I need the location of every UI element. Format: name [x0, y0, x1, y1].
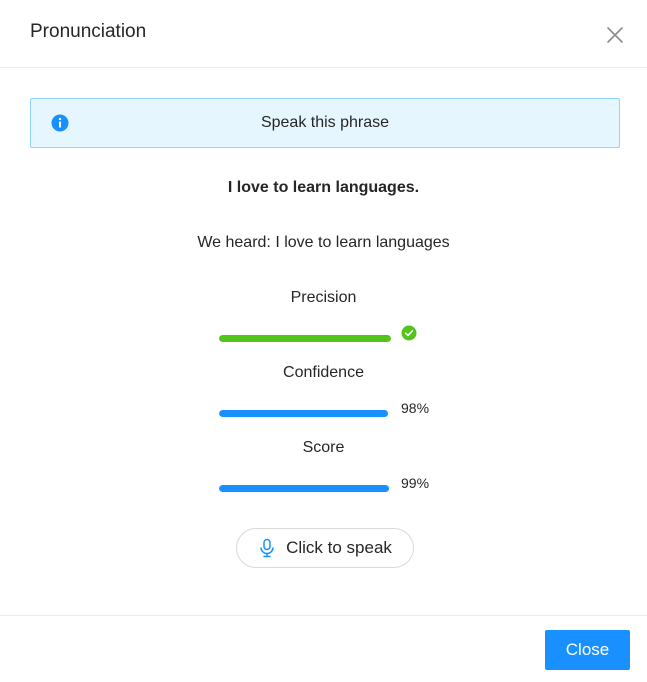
dialog-title: Pronunciation	[30, 21, 147, 42]
close-button[interactable]: Close	[545, 630, 630, 670]
speak-phrase-alert: Speak this phrase	[30, 98, 620, 148]
score-progress-bar	[219, 485, 391, 492]
recognized-text: We heard: I love to learn languages	[197, 234, 450, 251]
score-progress-fill	[219, 485, 390, 492]
score-label: Score	[302, 439, 345, 456]
score-percent: 99%	[401, 475, 430, 491]
target-phrase: I love to learn languages.	[227, 179, 420, 196]
microphone-icon	[258, 538, 276, 558]
confidence-progress-fill	[219, 410, 388, 417]
click-to-speak-button[interactable]: Click to speak	[236, 528, 414, 568]
precision-label: Precision	[290, 289, 357, 306]
speak-button-label: Click to speak	[286, 538, 392, 557]
pronunciation-dialog: Pronunciation Speak this phrase I love t…	[0, 0, 647, 682]
precision-progress-bar	[219, 335, 391, 342]
check-circle-icon	[401, 325, 417, 341]
confidence-progress-bar	[219, 410, 391, 417]
close-icon[interactable]	[604, 24, 626, 46]
confidence-percent: 98%	[401, 400, 430, 416]
dialog-header: Pronunciation	[0, 0, 647, 68]
confidence-label: Confidence	[283, 364, 364, 381]
precision-progress-fill	[219, 335, 391, 342]
dialog-footer: Close	[0, 615, 647, 682]
alert-message: Speak this phrase	[260, 114, 390, 131]
